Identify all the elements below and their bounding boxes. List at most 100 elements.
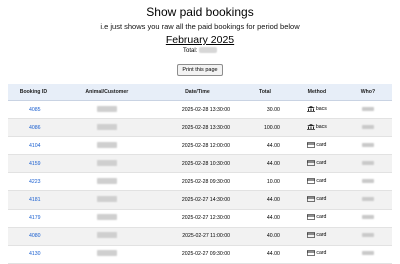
- who-cell: [343, 190, 392, 210]
- who-redacted: [361, 197, 374, 202]
- customer-cell: [58, 227, 155, 246]
- who-cell: [343, 245, 392, 264]
- total-cell: 100.00: [240, 118, 290, 138]
- who-cell: [343, 100, 392, 120]
- column-header-datetime: Date/Time: [154, 84, 240, 101]
- booking-id-link[interactable]: 4086: [8, 118, 59, 138]
- total-cell: 44.00: [240, 154, 290, 174]
- datetime-cell: 2025-02-27 14:30:00: [154, 190, 240, 210]
- customer-redacted: [96, 141, 117, 148]
- who-redacted: [361, 178, 374, 183]
- method-label: bacs: [315, 105, 327, 112]
- who-redacted: [361, 124, 374, 129]
- column-header-total: Total: [240, 84, 290, 101]
- method-label: bacs: [315, 123, 327, 130]
- column-header-method: Method: [289, 84, 344, 101]
- column-header-customer: Animal/Customer: [58, 84, 155, 101]
- card-icon: [307, 141, 316, 148]
- table-header-row: Booking ID Animal/Customer Date/Time Tot…: [8, 84, 392, 101]
- table-row: 4085 2025-02-28 13:30:00 30.00 bacs: [8, 100, 392, 120]
- page-header: Show paid bookings i.e just shows you ra…: [0, 5, 400, 76]
- method-cell: card: [289, 190, 344, 210]
- method-label: card: [316, 177, 327, 184]
- method-cell: card: [289, 154, 344, 174]
- booking-id-link[interactable]: 4085: [8, 100, 59, 120]
- table-row: 4130 2025-02-27 09:30:00 44.00 card: [8, 245, 392, 264]
- card-icon: [307, 196, 316, 203]
- total-row: Total:: [0, 47, 400, 55]
- column-header-booking-id: Booking ID: [8, 84, 59, 101]
- who-redacted: [361, 233, 374, 238]
- method-cell: card: [289, 227, 344, 246]
- who-cell: [343, 154, 392, 174]
- card-icon: [307, 214, 316, 221]
- customer-cell: [58, 136, 155, 156]
- customer-redacted: [96, 123, 117, 130]
- table-row: 4080 2025-02-27 11:00:00 40.00 card: [8, 227, 392, 246]
- who-cell: [343, 209, 392, 228]
- customer-redacted: [96, 250, 117, 257]
- bank-icon: [306, 123, 315, 130]
- total-cell: 10.00: [240, 172, 290, 192]
- bank-icon: [306, 105, 315, 112]
- method-cell: bacs: [289, 100, 344, 120]
- booking-id-link[interactable]: 4179: [8, 209, 59, 228]
- who-cell: [343, 118, 392, 138]
- customer-redacted: [96, 232, 117, 239]
- booking-id-link[interactable]: 4130: [8, 245, 59, 264]
- datetime-cell: 2025-02-27 11:00:00: [154, 227, 240, 246]
- customer-cell: [58, 245, 155, 264]
- datetime-cell: 2025-02-28 13:30:00: [154, 100, 240, 120]
- datetime-cell: 2025-02-28 13:30:00: [154, 118, 240, 138]
- total-cell: 44.00: [240, 245, 290, 264]
- total-cell: 44.00: [240, 136, 290, 156]
- booking-id-link[interactable]: 4223: [8, 172, 59, 192]
- total-label: Total:: [182, 48, 198, 54]
- card-icon: [307, 159, 316, 166]
- customer-cell: [58, 100, 155, 120]
- datetime-cell: 2025-02-27 09:30:00: [154, 245, 240, 264]
- method-cell: card: [289, 172, 344, 192]
- booking-id-link[interactable]: 4181: [8, 190, 59, 210]
- bookings-table: Booking ID Animal/Customer Date/Time Tot…: [8, 84, 392, 264]
- who-cell: [343, 227, 392, 246]
- booking-id-link[interactable]: 4080: [8, 227, 59, 246]
- customer-redacted: [96, 196, 117, 203]
- who-cell: [343, 172, 392, 192]
- customer-cell: [58, 172, 155, 192]
- period-month: February 2025: [165, 34, 235, 46]
- method-cell: card: [289, 245, 344, 264]
- booking-id-link[interactable]: 4159: [8, 154, 59, 174]
- who-redacted: [361, 142, 374, 147]
- column-header-who: Who?: [343, 84, 392, 101]
- page-subtitle: i.e just shows you raw all the paid book…: [100, 22, 300, 31]
- method-label: card: [316, 141, 327, 148]
- table-row: 4159 2025-02-28 10:30:00 44.00 card: [8, 154, 392, 174]
- customer-cell: [58, 118, 155, 138]
- datetime-cell: 2025-02-27 12:30:00: [154, 209, 240, 228]
- who-cell: [343, 136, 392, 156]
- total-cell: 44.00: [240, 190, 290, 210]
- table-row: 4086 2025-02-28 13:30:00 100.00 bacs: [8, 118, 392, 138]
- booking-id-link[interactable]: 4104: [8, 136, 59, 156]
- method-label: card: [316, 250, 327, 257]
- method-label: card: [316, 214, 327, 221]
- datetime-cell: 2025-02-28 09:30:00: [154, 172, 240, 192]
- who-redacted: [361, 160, 374, 165]
- method-label: card: [316, 232, 327, 239]
- customer-cell: [58, 209, 155, 228]
- print-button[interactable]: Print this page: [177, 64, 223, 76]
- customer-redacted: [96, 214, 117, 221]
- customer-redacted: [96, 105, 117, 112]
- method-cell: card: [289, 136, 344, 156]
- total-value-redacted: [199, 47, 217, 54]
- datetime-cell: 2025-02-28 12:00:00: [154, 136, 240, 156]
- customer-redacted: [96, 159, 117, 166]
- table-row: 4179 2025-02-27 12:30:00 44.00 card: [8, 209, 392, 228]
- method-label: card: [316, 159, 327, 166]
- page-title: Show paid bookings: [146, 5, 254, 19]
- card-icon: [307, 232, 316, 239]
- customer-redacted: [96, 177, 117, 184]
- method-label: card: [316, 196, 327, 203]
- method-cell: bacs: [289, 118, 344, 138]
